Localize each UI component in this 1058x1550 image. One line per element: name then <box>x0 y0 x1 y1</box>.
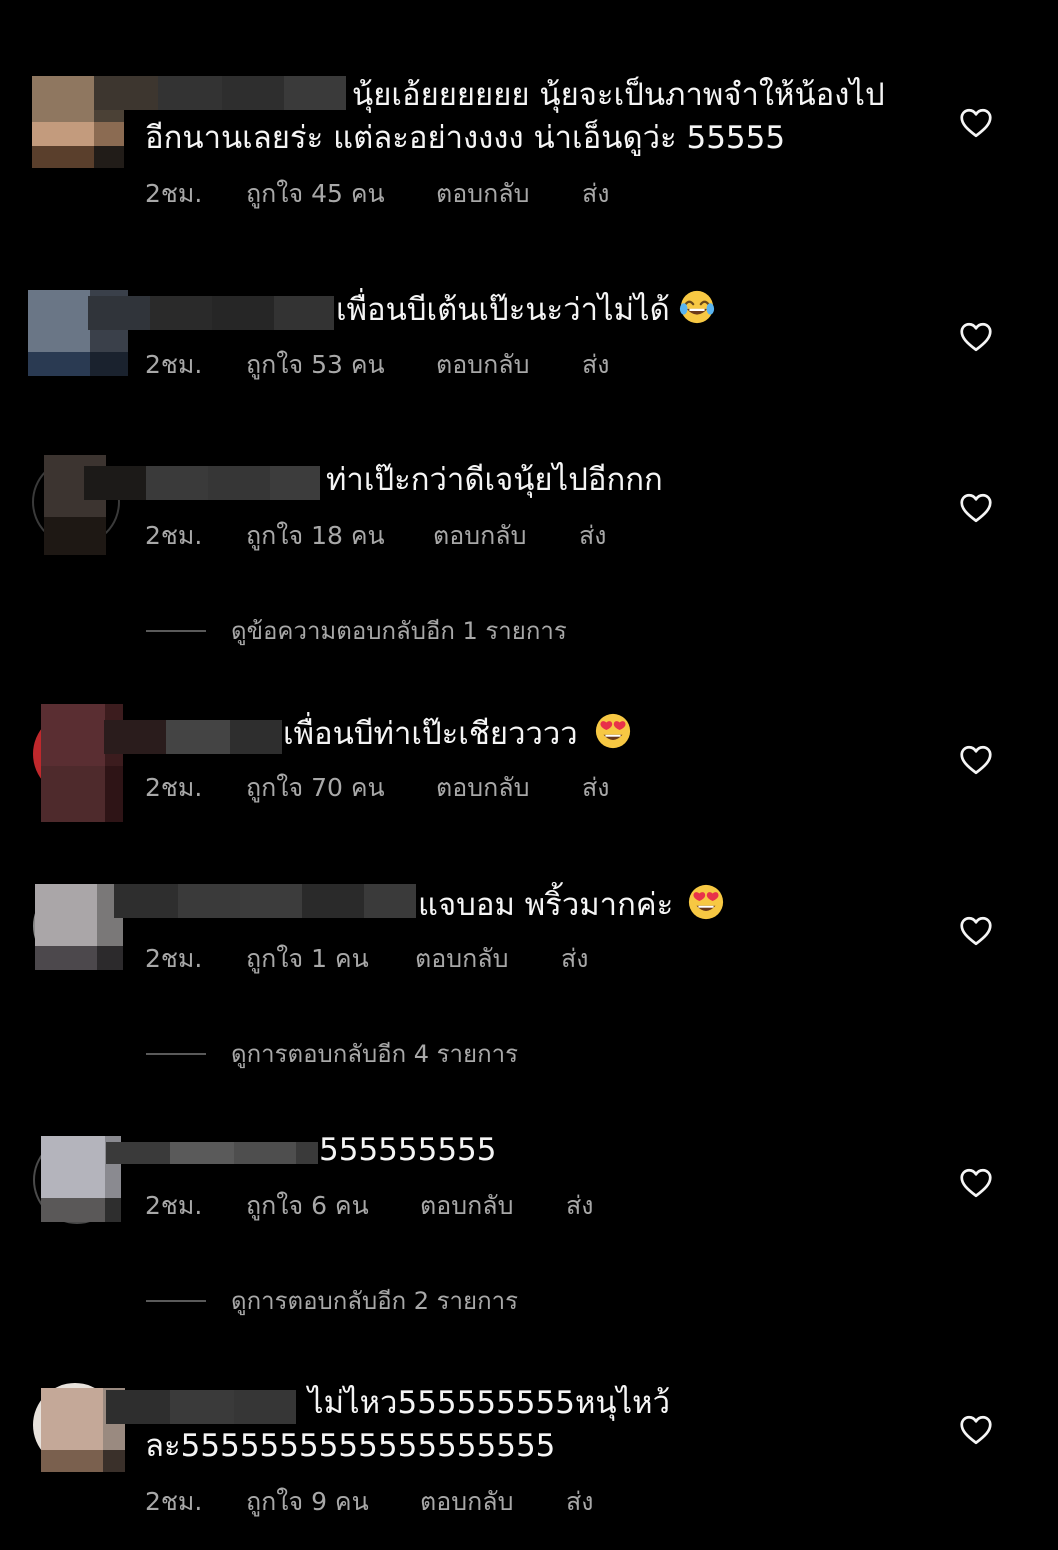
username-blurred[interactable] <box>94 76 346 110</box>
comment-text: นุ้ยเอ้ยยยยยย นุ้ยจะเป็นภาพจำให้น้องไป <box>352 77 885 113</box>
divider-line <box>146 1300 206 1302</box>
view-replies-label: ดูข้อความตอบกลับอีก 1 รายการ <box>231 617 567 645</box>
send-button[interactable]: ส่ง <box>579 521 606 551</box>
heart-eyes-emoji <box>594 712 632 750</box>
comment-text: ไม่ไหว555555555หนุไหว้ <box>308 1385 671 1421</box>
likes-count[interactable]: ถูกใจ 45 คน <box>246 179 385 209</box>
comment-text-content: เพื่อนบีท่าเป๊ะเชียวววว <box>283 716 578 752</box>
comment-text: เพื่อนบีเต้นเป๊ะนะว่าไม่ได้ <box>336 288 716 332</box>
comment-text: 555555555 <box>319 1132 497 1168</box>
username-blurred[interactable] <box>106 1390 296 1424</box>
reply-button[interactable]: ตอบกลับ <box>420 1487 513 1517</box>
heart-icon[interactable] <box>958 490 994 526</box>
reply-button[interactable]: ตอบกลับ <box>436 773 529 803</box>
timestamp: 2ชม. <box>145 1487 203 1516</box>
reply-button[interactable]: ตอบกลับ <box>415 944 508 974</box>
heart-icon[interactable] <box>958 1412 994 1448</box>
timestamp: 2ชม. <box>145 350 203 379</box>
heart-icon[interactable] <box>958 742 994 778</box>
view-replies-link[interactable]: ดูการตอบกลับอีก 2 รายการ <box>146 1286 846 1316</box>
heart-icon[interactable] <box>958 913 994 949</box>
comment-text: ละ5555555555555555555 <box>145 1428 556 1464</box>
username-blurred[interactable] <box>104 720 282 754</box>
avatar[interactable] <box>35 884 123 970</box>
reply-button[interactable]: ตอบกลับ <box>436 350 529 380</box>
face-with-tears-of-joy-emoji <box>678 288 716 326</box>
heart-icon[interactable] <box>958 105 994 141</box>
likes-count[interactable]: ถูกใจ 70 คน <box>246 773 385 803</box>
likes-count[interactable]: ถูกใจ 1 คน <box>246 944 369 974</box>
likes-count[interactable]: ถูกใจ 6 คน <box>246 1191 369 1221</box>
comment-text: แจบอม พริ้วมากค่ะ <box>418 883 725 927</box>
view-replies-label: ดูการตอบกลับอีก 4 รายการ <box>231 1040 518 1068</box>
comment-text: เพื่อนบีท่าเป๊ะเชียวววว <box>283 712 632 756</box>
username-blurred[interactable] <box>106 1142 318 1164</box>
timestamp: 2ชม. <box>145 944 203 973</box>
timestamp: 2ชม. <box>145 179 203 208</box>
send-button[interactable]: ส่ง <box>582 773 609 803</box>
send-button[interactable]: ส่ง <box>582 350 609 380</box>
send-button[interactable]: ส่ง <box>582 179 609 209</box>
likes-count[interactable]: ถูกใจ 53 คน <box>246 350 385 380</box>
send-button[interactable]: ส่ง <box>561 944 588 974</box>
comment-text: อีกนานเลยร่ะ แต่ละอย่างงงง น่าเอ็นดูว่ะ … <box>145 120 786 156</box>
heart-eyes-emoji <box>687 883 725 921</box>
username-blurred[interactable] <box>114 884 416 918</box>
view-replies-link[interactable]: ดูข้อความตอบกลับอีก 1 รายการ <box>146 616 846 646</box>
timestamp: 2ชม. <box>145 773 203 802</box>
username-blurred[interactable] <box>88 296 334 330</box>
send-button[interactable]: ส่ง <box>566 1191 593 1221</box>
reply-button[interactable]: ตอบกลับ <box>433 521 526 551</box>
comment-text-content: แจบอม พริ้วมากค่ะ <box>418 887 674 923</box>
timestamp: 2ชม. <box>145 521 203 550</box>
comment-text: ท่าเป๊ะกว่าดีเจนุ้ยไปอีกกก <box>326 462 663 498</box>
likes-count[interactable]: ถูกใจ 9 คน <box>246 1487 369 1517</box>
heart-icon[interactable] <box>958 319 994 355</box>
reply-button[interactable]: ตอบกลับ <box>436 179 529 209</box>
comment-text-content: เพื่อนบีเต้นเป๊ะนะว่าไม่ได้ <box>336 292 670 328</box>
heart-icon[interactable] <box>958 1165 994 1201</box>
divider-line <box>146 630 206 632</box>
reply-button[interactable]: ตอบกลับ <box>420 1191 513 1221</box>
view-replies-label: ดูการตอบกลับอีก 2 รายการ <box>231 1287 518 1315</box>
timestamp: 2ชม. <box>145 1191 203 1220</box>
username-blurred[interactable] <box>84 466 320 500</box>
view-replies-link[interactable]: ดูการตอบกลับอีก 4 รายการ <box>146 1039 846 1069</box>
divider-line <box>146 1053 206 1055</box>
send-button[interactable]: ส่ง <box>566 1487 593 1517</box>
likes-count[interactable]: ถูกใจ 18 คน <box>246 521 385 551</box>
